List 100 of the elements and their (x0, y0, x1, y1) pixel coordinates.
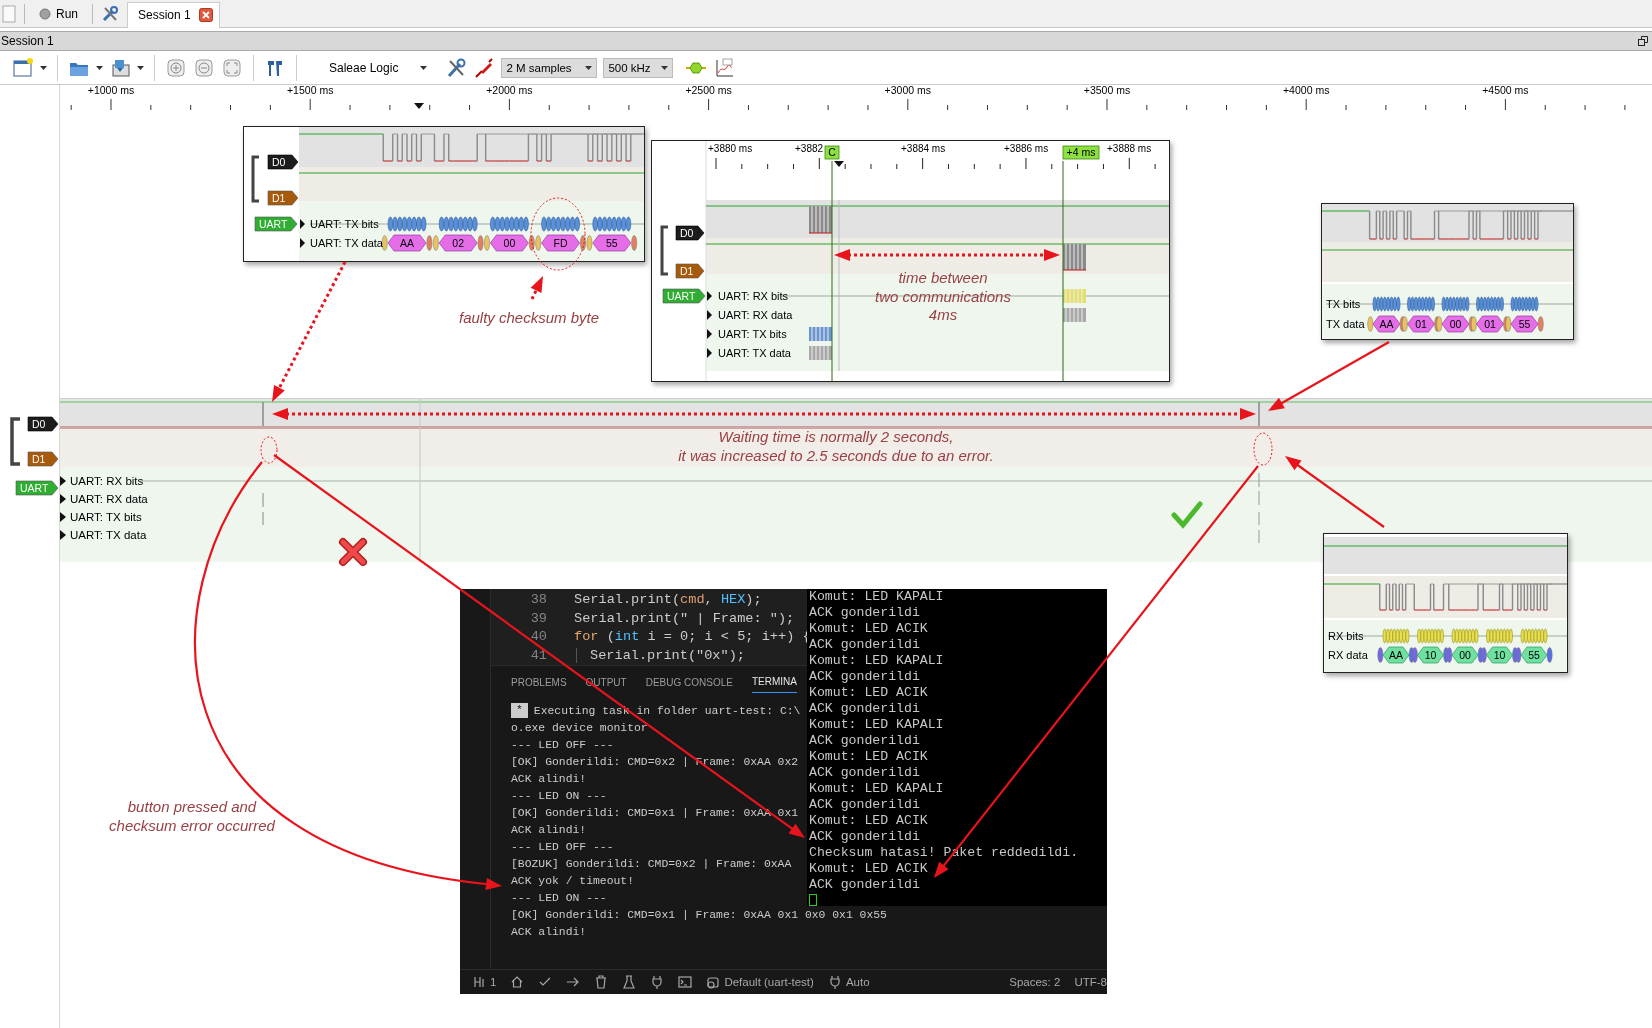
row-label: UART: RX bits (718, 290, 789, 302)
channel-tag[interactable]: D0 (267, 154, 299, 170)
data-frame: 10 (1486, 646, 1513, 664)
channel-tag[interactable]: D0 (27, 416, 59, 432)
cursor-marker[interactable]: +4 ms (1062, 145, 1100, 160)
annotation-text: Waiting time is normally 2 seconds, it was increased to 2.5 seconds due to an error. (677, 428, 995, 465)
terminal-line: ACK alindi! (511, 772, 587, 785)
terminal-line: ACK yok / timeout! (511, 874, 635, 887)
bit-cluster (438, 216, 478, 232)
monitor-line: Komut: LED ACIK (809, 621, 929, 637)
arrow (530, 276, 543, 300)
panel-tab[interactable]: PROBLEMS (511, 676, 567, 693)
signal-edge (1258, 401, 1260, 427)
rate-dropdown[interactable]: 500 kHz (603, 57, 674, 78)
ports-item[interactable]: 1 (472, 975, 497, 989)
fit-icon[interactable] (221, 56, 243, 79)
bit-cluster (1372, 296, 1401, 312)
flask-icon (622, 975, 637, 989)
restore-icon[interactable] (1638, 36, 1648, 46)
new-window-icon[interactable] (12, 56, 34, 79)
probe-icon[interactable] (473, 56, 496, 79)
bracket-icon (251, 155, 259, 203)
monitor-line: Komut: LED KAPALI (809, 653, 945, 669)
data-frame: 00 (1451, 646, 1479, 664)
stop-bit-mark (426, 235, 433, 251)
annotation-text: time between two communications 4ms (874, 269, 1012, 325)
caret-icon[interactable] (40, 65, 47, 70)
caret-icon[interactable] (137, 65, 144, 70)
data-frame: AA (1372, 315, 1401, 333)
row-label: UART: TX bits (718, 328, 787, 340)
encoding-item[interactable]: UTF-8 (1074, 976, 1107, 988)
row-label: UART: TX data (70, 529, 147, 541)
session-tab[interactable]: Session 1 (127, 1, 220, 28)
ruler-label: +2000 ms (486, 85, 533, 96)
start-bit-mark (1377, 647, 1384, 663)
start-bit-mark (484, 235, 490, 251)
run-button[interactable]: Run (33, 4, 84, 23)
monitor-line: Komut: LED KAPALI (809, 717, 945, 733)
bit-cluster (1407, 296, 1435, 312)
monitor-line: ACK gonderildi (809, 797, 921, 813)
zoom-out-icon[interactable] (193, 56, 215, 79)
channel-tag[interactable]: D1 (675, 263, 705, 279)
spaces-item[interactable]: Spaces: 2 (1009, 976, 1061, 988)
device-dropdown[interactable]: Saleae Logic (307, 60, 432, 75)
cursor-marker[interactable]: C (824, 145, 840, 160)
data-frame: AA (1382, 646, 1410, 664)
bracket-icon (10, 417, 20, 466)
stop-bit-mark (477, 235, 484, 251)
channel-tag[interactable]: D1 (27, 451, 59, 467)
stop-bit-mark (528, 235, 535, 251)
bit-cluster (387, 216, 427, 232)
function-icon[interactable] (713, 56, 736, 79)
bit-cluster (1417, 628, 1444, 644)
environment-item[interactable]: Default (uart-test) (706, 975, 814, 989)
terminal-line: ACK alindi! (511, 925, 587, 938)
panel-tab[interactable]: DEBUG CONSOLE (645, 676, 733, 693)
start-bit-mark (1412, 647, 1418, 663)
monitor-line: Komut: LED ACIK (809, 813, 929, 829)
zoom-in-icon[interactable] (165, 56, 187, 79)
channel-tag[interactable]: D0 (675, 225, 705, 241)
caret-icon (661, 65, 669, 70)
monitor-line: ACK gonderildi (809, 733, 921, 749)
data-frame: 00 (1441, 315, 1470, 333)
cross-icon (339, 538, 367, 566)
port-item[interactable]: Auto (827, 975, 870, 989)
monitor-line: Komut: LED ACIK (809, 749, 929, 765)
close-icon[interactable] (198, 8, 213, 22)
circle-icon (39, 7, 51, 20)
stop-bit-mark (631, 235, 638, 251)
monitor-line: ACK gonderildi (809, 701, 921, 717)
signal-burst (808, 205, 833, 234)
terminal-icon (678, 975, 693, 989)
bit-cluster (1486, 628, 1513, 644)
monitor-line: Komut: LED KAPALI (809, 589, 945, 605)
bit-cluster (1441, 296, 1470, 312)
ruler-label: +1000 ms (87, 85, 135, 96)
signal-burst (1062, 243, 1087, 271)
terminal-button[interactable] (678, 975, 693, 989)
monitor-line: ACK gonderildi (809, 669, 921, 685)
home-button[interactable] (510, 975, 525, 989)
channel-tag[interactable]: D1 (267, 190, 299, 206)
terminal-line: --- LED ON --- (511, 891, 607, 904)
row-label: TX bits (1326, 298, 1361, 310)
test-button[interactable] (622, 975, 637, 989)
samples-dropdown[interactable]: 2 M samples (501, 57, 598, 78)
monitor-line: ACK gonderildi (809, 765, 921, 781)
clean-button[interactable] (594, 975, 609, 989)
upload-button[interactable] (566, 975, 581, 989)
ruler-label: +1500 ms (287, 85, 334, 96)
monitor-button[interactable] (650, 975, 665, 989)
data-frame: 10 (1417, 646, 1444, 664)
tools-icon[interactable] (445, 56, 468, 79)
bit-cluster (592, 216, 632, 232)
ruler-label: +3000 ms (884, 85, 931, 96)
panel-tab[interactable]: TERMINA (751, 676, 797, 693)
annotation-text: button pressed and checksum error occurred (108, 798, 276, 835)
ruler-label: +3888 ms (1107, 143, 1152, 154)
tools-icon[interactable] (101, 4, 119, 23)
row-label: UART: TX bits (310, 218, 379, 230)
caret-icon[interactable] (96, 65, 103, 70)
